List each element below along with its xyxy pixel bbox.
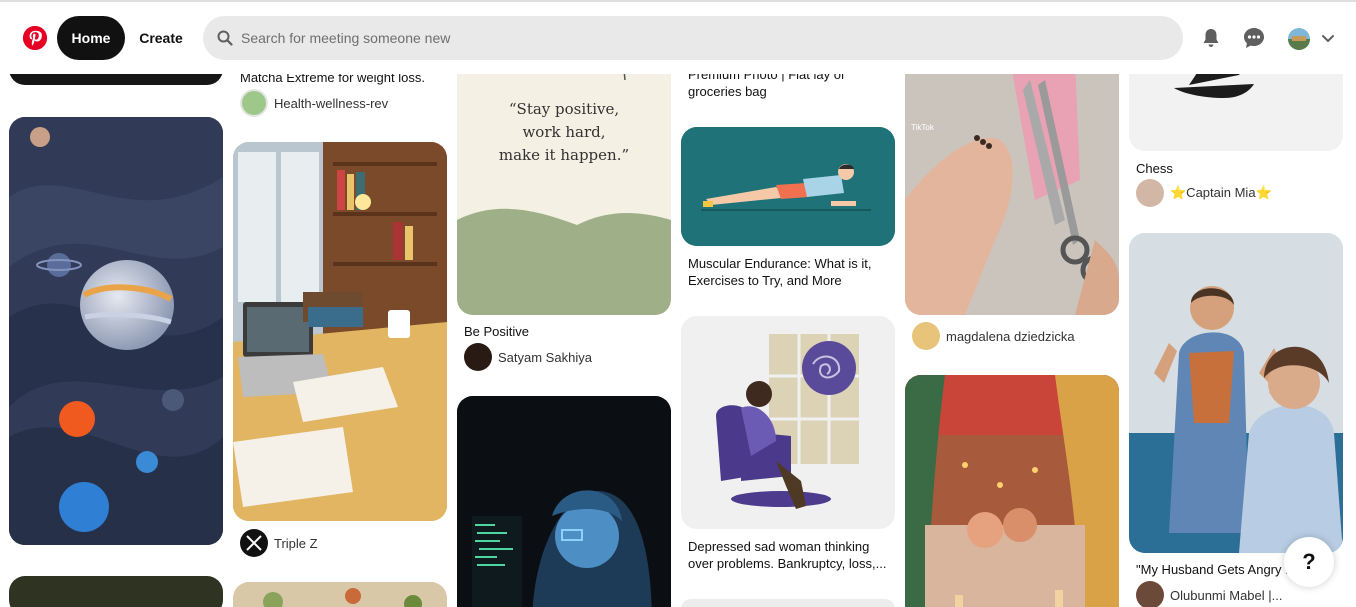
search-input[interactable] — [241, 30, 1141, 46]
accounts-chevron-down-icon[interactable] — [1320, 32, 1336, 46]
quote-line: “Stay positive, — [508, 100, 620, 118]
pin-author-scissors[interactable]: magdalena dziedzicka — [912, 322, 1075, 350]
pin-author-husband[interactable]: Olubunmi Mabel |... — [1136, 581, 1282, 607]
messages-chat-icon[interactable] — [1242, 26, 1266, 50]
pin-title-husband[interactable]: "My Husband Gets Angry ... — [1136, 561, 1296, 578]
pin-title-be-positive[interactable]: Be Positive — [464, 323, 529, 340]
pin-title-depressed[interactable]: Depressed sad woman thinking over proble… — [688, 538, 886, 572]
pin-image-study-desk[interactable] — [233, 142, 447, 521]
create-button[interactable]: Create — [130, 16, 192, 60]
pin-author-desk[interactable]: Triple Z — [240, 529, 318, 557]
pin-image-bottom-partial[interactable] — [681, 599, 895, 607]
svg-text:TikTok: TikTok — [911, 123, 935, 132]
search-bar[interactable] — [203, 16, 1183, 60]
pin-image-stay-positive-quote[interactable]: “Stay positive, work hard, make it happe… — [457, 60, 671, 315]
avatar — [240, 89, 268, 117]
pin-image-garden[interactable] — [233, 582, 447, 607]
avatar — [912, 322, 940, 350]
pin-author-matcha[interactable]: Health-wellness-rev — [240, 89, 388, 117]
avatar — [1136, 179, 1164, 207]
pin-title-chess[interactable]: Chess — [1136, 160, 1173, 177]
home-button[interactable]: Home — [57, 16, 125, 60]
top-header: Home Create — [0, 2, 1356, 74]
pin-image-dark-green[interactable] — [9, 576, 223, 607]
pin-author-quote[interactable]: Satyam Sakhiya — [464, 343, 592, 371]
help-button[interactable]: ? — [1284, 537, 1334, 587]
profile-avatar[interactable] — [1288, 28, 1310, 50]
search-icon — [217, 30, 233, 46]
pin-author-chess[interactable]: ⭐Captain Mia⭐ — [1136, 179, 1272, 207]
avatar — [1136, 581, 1164, 607]
avatar — [464, 343, 492, 371]
pin-image-angry-husband[interactable] — [1129, 233, 1343, 553]
pin-image-space-planets[interactable] — [9, 117, 223, 545]
pin-image-sad-woman[interactable] — [681, 316, 895, 529]
pinterest-logo-icon[interactable] — [23, 26, 47, 50]
avatar — [240, 529, 268, 557]
quote-line: work hard, — [522, 123, 606, 141]
quote-line: make it happen.” — [498, 146, 630, 164]
pin-image-scissors-tiktok[interactable]: TikTok — [905, 60, 1119, 315]
pin-image-plank-exercise[interactable] — [681, 127, 895, 246]
pin-image-couple-bath[interactable] — [905, 375, 1119, 607]
notifications-bell-icon[interactable] — [1199, 26, 1223, 50]
pin-image-coder-boy[interactable] — [457, 396, 671, 607]
pin-title-endurance[interactable]: Muscular Endurance: What is it, Exercise… — [688, 255, 872, 289]
